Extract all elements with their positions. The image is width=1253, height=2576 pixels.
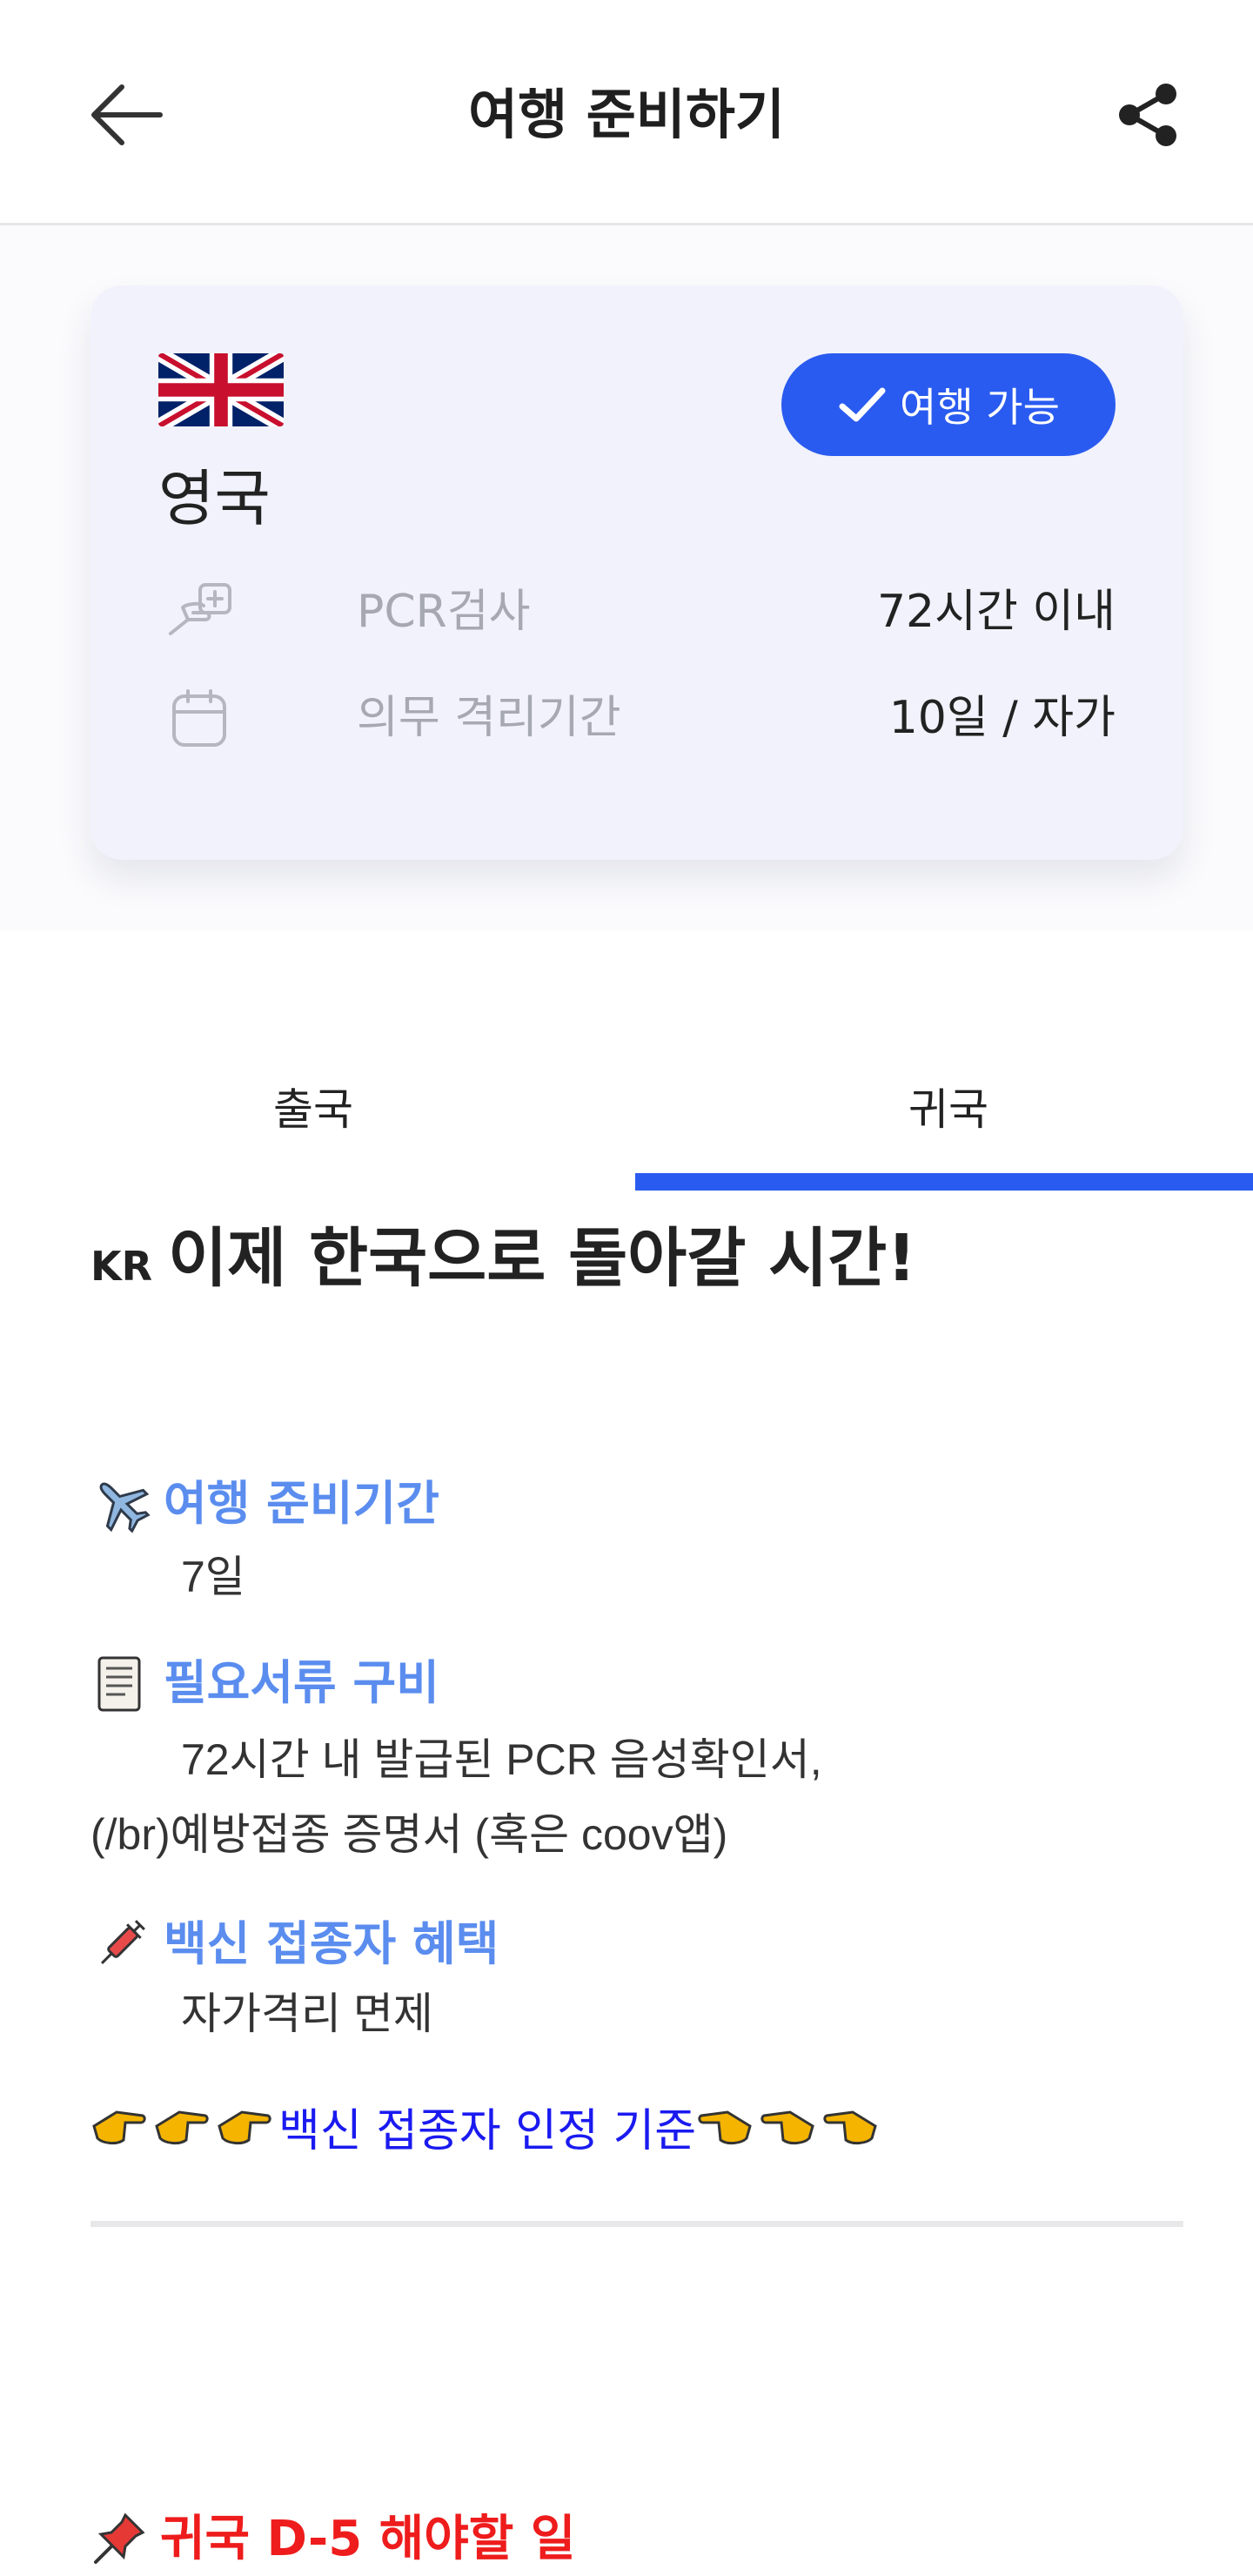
quarantine-row: 의무 격리기간 10일 / 자가 <box>165 679 1116 757</box>
travel-status-label: 여행 가능 <box>900 384 1060 431</box>
quarantine-label: 의무 격리기간 <box>357 692 621 744</box>
pushpin-icon <box>94 2512 145 2564</box>
documents-line-1: 72시간 내 발급된 PCR 음성확인서, <box>181 1735 822 1784</box>
pointing-right-icon <box>155 2110 209 2145</box>
prep-period-title: 여행 준비기간 <box>90 1469 439 1539</box>
vaccine-benefit-value: 자가격리 면제 <box>181 1989 433 2038</box>
vaccine-benefit-title: 백신 접종자 혜택 <box>90 1909 499 1979</box>
prep-period-title-text: 여행 준비기간 <box>164 1476 439 1531</box>
section-divider <box>90 2221 1183 2227</box>
pointing-right-icon <box>92 2110 146 2145</box>
tab-departure[interactable]: 출국 <box>0 1036 626 1180</box>
active-tab-indicator <box>635 1173 1253 1191</box>
headline-text: 이제 한국으로 돌아갈 시간! <box>168 1221 916 1296</box>
checkmark-icon <box>839 387 886 422</box>
country-name: 영국 <box>158 463 271 534</box>
quarantine-value: 10일 / 자가 <box>888 692 1116 744</box>
pointing-left-icon <box>761 2110 814 2145</box>
documents-title-text: 필요서류 구비 <box>164 1655 439 1710</box>
documents-line-2: (/br)예방접종 증명서 (혹은 coov앱) <box>90 1810 728 1859</box>
vaccine-criteria-link[interactable]: 백신 접종자 인정 기준 <box>90 2087 884 2165</box>
tab-bar: 출국 귀국 <box>0 1036 1253 1192</box>
airplane-icon <box>99 1482 151 1533</box>
share-icon <box>1119 84 1176 146</box>
page-title: 여행 준비하기 <box>468 83 785 146</box>
vaccine-benefit-title-text: 백신 접종자 혜택 <box>164 1916 499 1971</box>
todo-d5-title-text: 귀국 D-5 해야할 일 <box>160 2511 576 2567</box>
pcr-test-label: PCR검사 <box>357 586 531 638</box>
app-header: 여행 준비하기 <box>0 0 1253 225</box>
vaccine-criteria-link-text[interactable]: 백신 접종자 인정 기준 <box>278 2094 696 2159</box>
syringe-icon <box>101 1920 145 1964</box>
tab-return[interactable]: 귀국 <box>635 1036 1253 1180</box>
prep-period-value: 7일 <box>181 1553 245 1601</box>
united-kingdom-flag <box>158 353 284 426</box>
calendar-icon <box>172 689 226 747</box>
pcr-test-value: 72시간 이내 <box>876 586 1116 638</box>
pointing-right-icon <box>218 2110 271 2145</box>
share-button[interactable] <box>1116 82 1182 148</box>
todo-d5-title: 귀국 D-5 해야할 일 <box>90 2505 575 2574</box>
document-icon <box>97 1656 141 1712</box>
pcr-test-row: PCR검사 72시간 이내 <box>165 573 1116 651</box>
country-code: KR <box>90 1243 153 1290</box>
test-hand-icon <box>169 583 231 635</box>
documents-title: 필요서류 구비 <box>90 1648 439 1718</box>
travel-status-badge: 여행 가능 <box>781 353 1116 456</box>
pointing-left-icon <box>698 2110 752 2145</box>
pointing-left-icon <box>823 2110 877 2145</box>
country-summary-card: 영국 여행 가능 PCR검사 72시간 이내 의무 격리기간 10일 / 자가 <box>90 285 1183 860</box>
return-headline: KR 이제 한국으로 돌아갈 시간! <box>90 1215 916 1310</box>
